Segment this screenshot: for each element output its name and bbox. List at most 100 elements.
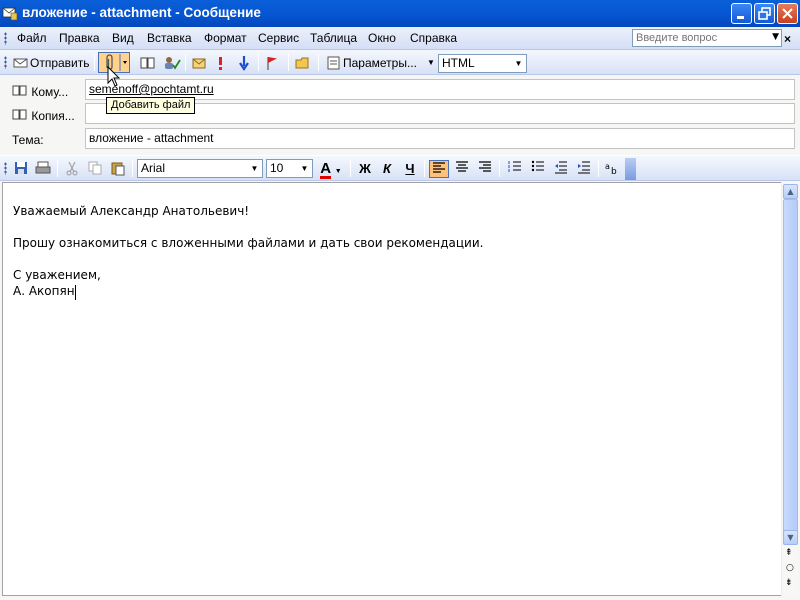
- copy-icon: [88, 161, 102, 175]
- format-select[interactable]: HTML ▼: [438, 54, 527, 73]
- print-button[interactable]: [33, 160, 53, 178]
- exclamation-icon: [219, 56, 222, 70]
- scissors-icon: [66, 161, 78, 176]
- font-size-dropdown-icon[interactable]: ▼: [297, 160, 312, 177]
- address-book-icon: [12, 85, 27, 96]
- insert-item-button[interactable]: [191, 53, 209, 72]
- align-left-icon: [433, 162, 445, 173]
- menu-window[interactable]: Окно: [368, 31, 396, 45]
- mouse-cursor-icon: [107, 66, 121, 87]
- increase-indent-button[interactable]: [574, 160, 594, 178]
- menu-file[interactable]: Файл: [17, 31, 47, 45]
- toolbar-separator: [598, 160, 599, 177]
- decrease-indent-icon: [555, 161, 567, 174]
- font-color-dropdown-icon: ▼: [334, 168, 342, 175]
- font-size-value: 10: [270, 161, 284, 175]
- to-label: Кому...: [31, 85, 69, 99]
- format-dropdown-icon[interactable]: ▼: [511, 55, 526, 72]
- numbered-list-icon: [508, 161, 521, 172]
- help-question-box[interactable]: ▼: [632, 29, 782, 47]
- address-book-button[interactable]: [139, 53, 157, 72]
- options-label: Параметры...: [343, 55, 417, 70]
- body-line: А. Акопян: [13, 284, 75, 298]
- check-names-button[interactable]: [162, 53, 182, 72]
- menu-insert[interactable]: Вставка: [147, 31, 192, 45]
- text-caret: [75, 285, 76, 300]
- message-icon[interactable]: [2, 5, 18, 21]
- menu-format[interactable]: Формат: [204, 31, 247, 45]
- menu-help[interactable]: Справка: [410, 31, 457, 45]
- align-right-button[interactable]: [475, 160, 495, 178]
- high-importance-button[interactable]: [214, 53, 228, 72]
- toolbar-separator: [288, 54, 289, 71]
- menu-table[interactable]: Таблица: [310, 31, 357, 45]
- toolbar-options-icon[interactable]: [625, 158, 636, 180]
- paste-button[interactable]: [108, 160, 128, 178]
- toolbar-separator: [57, 160, 58, 177]
- message-body[interactable]: Уважаемый Александр Анатольевич! Прошу о…: [2, 182, 781, 596]
- restore-button[interactable]: [754, 3, 775, 24]
- follow-up-button[interactable]: [264, 53, 280, 72]
- help-dropdown-icon[interactable]: ▼: [772, 32, 779, 42]
- toolbar-separator: [499, 160, 500, 177]
- arrow-down-icon: [239, 55, 249, 71]
- open-folder-button[interactable]: [294, 53, 314, 72]
- decrease-indent-button[interactable]: [551, 160, 571, 178]
- menu-grip-icon[interactable]: [4, 32, 7, 45]
- body-line: Уважаемый Александр Анатольевич!: [13, 204, 250, 218]
- font-select[interactable]: Arial ▼: [137, 159, 263, 178]
- previous-page-icon[interactable]: ⇞: [785, 548, 793, 558]
- low-importance-button[interactable]: [237, 53, 251, 72]
- next-page-icon[interactable]: ⇟: [785, 578, 793, 588]
- minimize-icon: [737, 16, 744, 19]
- numbered-list-button[interactable]: [505, 160, 525, 178]
- align-center-button[interactable]: [452, 160, 472, 178]
- options-button[interactable]: Параметры... ▼: [325, 53, 435, 72]
- styles-button[interactable]: ab: [603, 160, 623, 178]
- scroll-up-button[interactable]: ▲: [783, 184, 798, 199]
- browse-object-icon[interactable]: ○: [786, 563, 794, 573]
- toolbar-separator: [350, 160, 351, 177]
- help-question-input[interactable]: [633, 30, 763, 46]
- close-button[interactable]: [777, 3, 798, 24]
- toolbar-separator: [94, 54, 95, 71]
- minimize-button[interactable]: [731, 3, 752, 24]
- to-button[interactable]: Кому...: [12, 84, 68, 99]
- restore-icon: [758, 7, 771, 20]
- font-dropdown-icon[interactable]: ▼: [247, 160, 262, 177]
- bold-button[interactable]: Ж: [355, 160, 375, 178]
- send-button[interactable]: Отправить: [12, 53, 90, 72]
- copy-button[interactable]: [85, 160, 105, 178]
- send-label: Отправить: [30, 55, 90, 70]
- check-names-icon: [165, 56, 181, 70]
- scroll-thumb[interactable]: [783, 199, 798, 539]
- align-left-button[interactable]: [429, 160, 449, 178]
- toolbar-separator: [424, 160, 425, 177]
- menu-edit[interactable]: Правка: [59, 31, 100, 45]
- bullet-list-icon: [531, 160, 544, 172]
- title-bar: вложение - attachment - Сообщение: [0, 0, 800, 27]
- italic-button[interactable]: К: [377, 160, 397, 178]
- address-book-icon: [140, 57, 155, 68]
- vertical-scrollbar[interactable]: ▲ ▼ ⇞ ○ ⇟: [781, 182, 798, 596]
- scroll-down-button[interactable]: ▼: [783, 530, 798, 545]
- save-button[interactable]: [11, 160, 31, 178]
- subject-field[interactable]: вложение - attachment: [85, 128, 795, 149]
- toolbar-separator: [132, 160, 133, 177]
- cc-button[interactable]: Копия...: [12, 108, 75, 123]
- cc-label: Копия...: [31, 109, 75, 123]
- bullet-list-button[interactable]: [528, 160, 548, 178]
- options-icon: [327, 56, 340, 69]
- cut-button[interactable]: [62, 160, 82, 178]
- underline-button[interactable]: Ч: [400, 160, 420, 178]
- toolbar-grip-icon[interactable]: [4, 162, 7, 175]
- menu-view[interactable]: Вид: [112, 31, 134, 45]
- menu-tools[interactable]: Сервис: [258, 31, 299, 45]
- flag-icon: [267, 56, 277, 70]
- align-center-icon: [456, 161, 468, 172]
- toolbar-grip-icon[interactable]: [4, 56, 7, 69]
- body-line: Прошу ознакомиться с вложенными файлами …: [13, 236, 484, 250]
- font-size-select[interactable]: 10 ▼: [266, 159, 313, 178]
- close-document-icon[interactable]: ×: [784, 32, 791, 46]
- font-color-button[interactable]: A ▼: [317, 160, 345, 179]
